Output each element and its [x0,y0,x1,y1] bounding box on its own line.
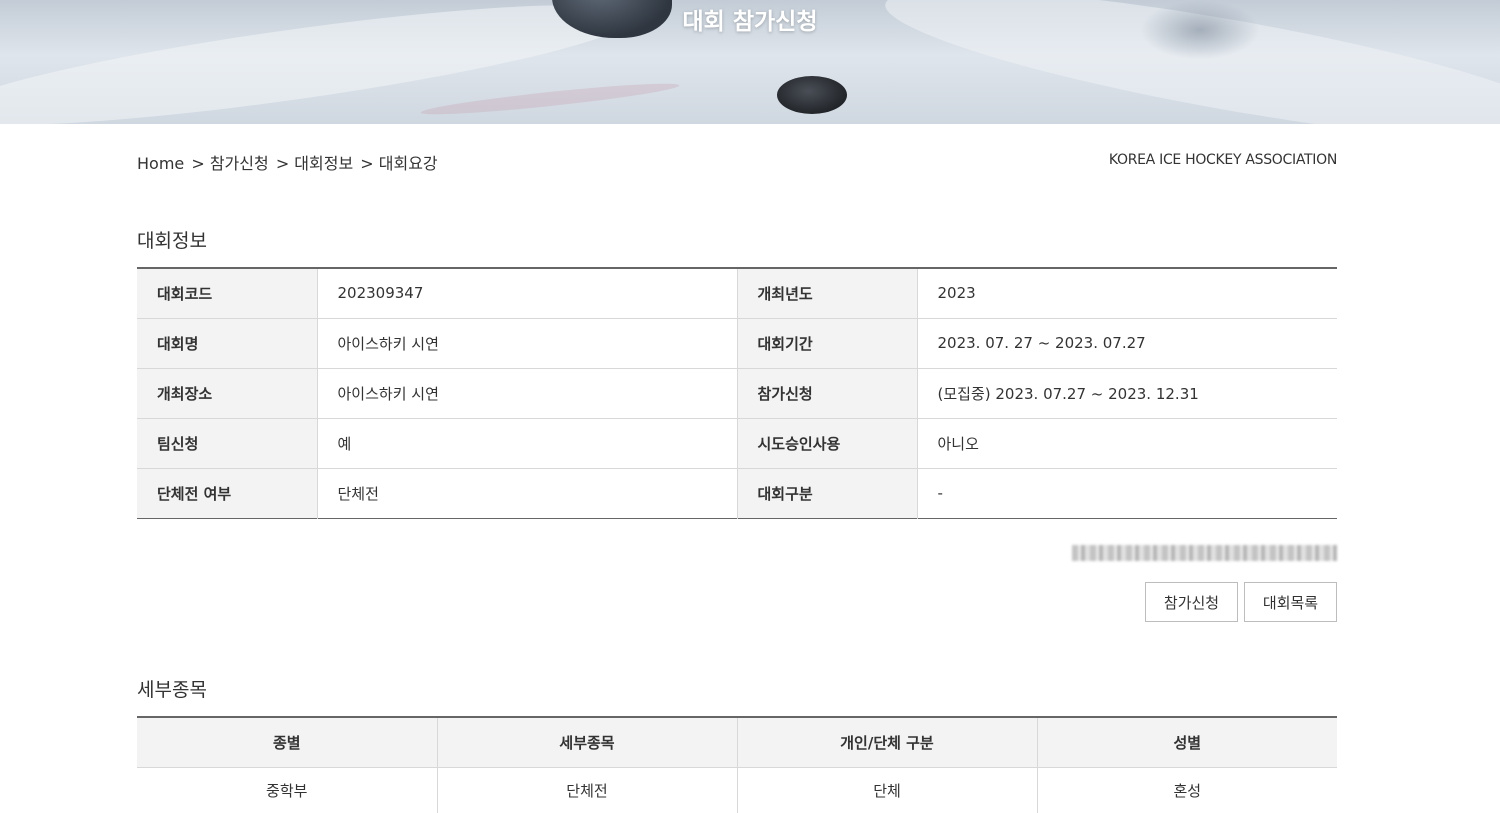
info-value: 202309347 [317,268,738,319]
info-value: 단체전 [317,468,738,518]
info-value: 아니오 [917,418,1337,469]
breadcrumb-guidelines: > 대회요강 [360,154,438,173]
info-label: 대회코드 [137,268,318,319]
event-details-table: 종별 세부종목 개인/단체 구분 성별 중학부 단체전 단체 혼성 [137,716,1337,813]
info-row: 대회코드 202309347 개최년도 2023 [137,268,1337,319]
info-label: 대회명 [137,318,318,369]
section-title-details: 세부종목 [137,679,207,701]
table-cell: 혼성 [1173,781,1202,800]
info-label: 개최년도 [737,268,918,319]
info-label: 대회구분 [737,468,918,518]
section-title-info: 대회정보 [137,230,207,252]
organization-name: KOREA ICE HOCKEY ASSOCIATION [1108,152,1337,168]
info-value: - [937,484,943,502]
table-cell: 중학부 [137,767,438,813]
info-value: 2023. 07. 27 ~ 2023. 07.27 [917,318,1337,369]
breadcrumb-home[interactable]: Home [137,154,184,173]
info-value: 예 [317,418,738,469]
apply-button[interactable]: 참가신청 [1145,582,1238,622]
breadcrumb: Home > 참가신청 > 대회정보 > 대회요강 [137,150,440,174]
info-label: 대회기간 [737,318,918,369]
info-row: 개최장소 아이스하키 시연 참가신청 (모집중) 2023. 07.27 ~ 2023… [137,368,1337,419]
table-row: 중학부 단체전 단체 혼성 [137,767,1337,813]
info-label: 개최장소 [137,368,318,419]
column-header: 성별 [1037,717,1337,768]
info-row: 대회명 아이스하키 시연 대회기간 2023. 07. 27 ~ 2023. 07.2… [137,318,1337,369]
hero-banner: 대회 참가신청 [0,0,1500,124]
info-label: 팀신청 [137,418,318,469]
info-row: 팀신청 예 시도승인사용 아니오 [137,418,1337,469]
ice-texture [419,78,681,120]
info-label: 단체전 여부 [137,468,318,518]
info-label: 시도승인사용 [737,418,918,469]
info-value: 아이스하키 시연 [317,318,738,369]
table-cell: 단체전 [437,767,738,813]
hockey-puck-image [777,76,847,114]
redacted-notice [1072,545,1337,561]
table-cell: 단체 [737,767,1038,813]
column-header: 개인/단체 구분 [737,717,1038,768]
column-header: 종별 [137,717,438,768]
info-label: 참가신청 [737,368,918,419]
info-value: 2023 [917,268,1337,319]
info-value: (모집중) 2023. 07.27 ~ 2023. 12.31 [917,368,1337,419]
competition-info-table: 대회코드 202309347 개최년도 2023 대회명 아이스하키 시연 대회기간 2023… [137,267,1337,519]
column-header: 세부종목 [437,717,738,768]
info-row: 단체전 여부 단체전 대회구분 - [137,468,1337,518]
breadcrumb-apply[interactable]: > 참가신청 [191,154,268,173]
info-value: 아이스하키 시연 [317,368,738,419]
page-title: 대회 참가신청 [682,9,818,35]
breadcrumb-competition-info[interactable]: > 대회정보 [276,154,353,173]
competition-list-button[interactable]: 대회목록 [1244,582,1337,622]
